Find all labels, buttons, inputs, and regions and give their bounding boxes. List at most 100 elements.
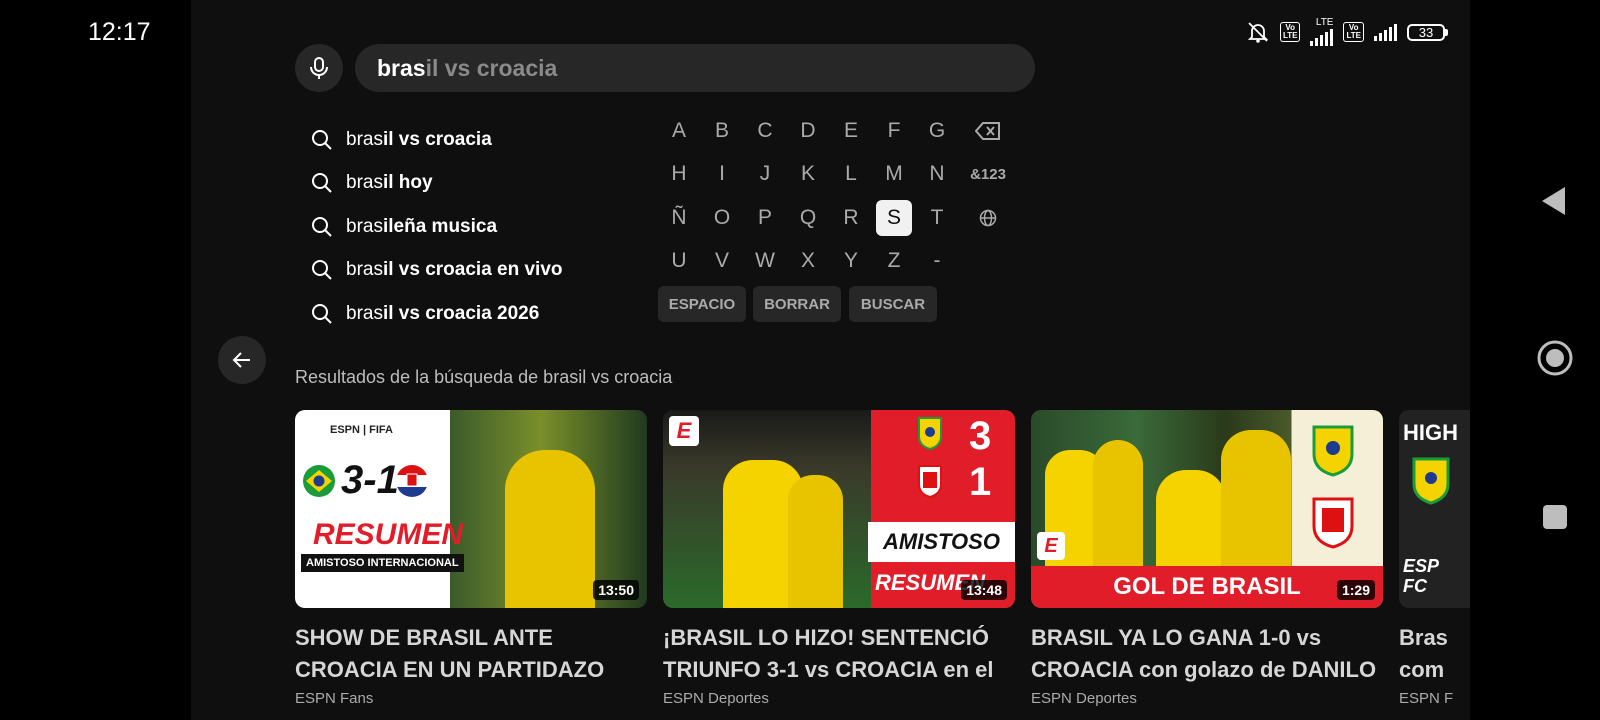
key[interactable]: E bbox=[833, 113, 869, 149]
thumb-banner: AMISTOSO bbox=[868, 522, 1015, 562]
video-title[interactable]: ¡BRASIL LO HIZO! SENTENCIÓ TRIUNFO 3-1 v… bbox=[663, 622, 1015, 686]
voice-search-button[interactable] bbox=[295, 44, 343, 92]
croatia-crest-icon bbox=[1312, 497, 1354, 549]
key[interactable]: O bbox=[704, 200, 740, 236]
search-button[interactable]: BUSCAR bbox=[849, 286, 937, 322]
nav-recents-button[interactable] bbox=[1542, 504, 1568, 535]
key[interactable]: Q bbox=[790, 200, 826, 236]
key[interactable]: W bbox=[747, 243, 783, 279]
backspace-key[interactable] bbox=[963, 113, 1013, 149]
search-suggestions: bras il vs croacia bras il hoy bras ileña m… bbox=[311, 118, 651, 336]
croatia-flag-icon bbox=[396, 465, 428, 497]
search-completion-text: il vs croacia bbox=[425, 54, 558, 81]
key[interactable]: I bbox=[704, 156, 740, 192]
battery-level: 33 bbox=[1407, 23, 1445, 41]
key[interactable]: V bbox=[704, 243, 740, 279]
video-duration: 13:50 bbox=[593, 580, 639, 600]
key[interactable]: Z bbox=[876, 243, 912, 279]
microphone-icon bbox=[310, 57, 328, 79]
key[interactable]: R bbox=[833, 200, 869, 236]
space-button[interactable]: ESPACIO bbox=[658, 286, 746, 322]
key[interactable]: N bbox=[919, 156, 955, 192]
video-card[interactable]: E 3 1 AMISTOSO RESUMEN 13:48 ¡BRASIL LO … bbox=[663, 410, 1015, 707]
search-icon bbox=[311, 128, 335, 152]
suggestion-prefix: bras bbox=[346, 215, 383, 237]
key[interactable]: F bbox=[876, 113, 912, 149]
thumb-top-text: HIGH bbox=[1403, 420, 1458, 445]
key-selected[interactable]: S bbox=[876, 200, 912, 236]
key[interactable]: G bbox=[919, 113, 955, 149]
espn-logo-icon: E bbox=[1037, 532, 1065, 560]
key[interactable]: J bbox=[747, 156, 783, 192]
nav-back-button[interactable] bbox=[1540, 186, 1568, 221]
thumb-bottom-text: ESP FC bbox=[1403, 556, 1439, 596]
player-figure bbox=[505, 450, 595, 608]
key[interactable]: L bbox=[833, 156, 869, 192]
search-typed-text: bras bbox=[377, 54, 426, 81]
video-duration: 13:48 bbox=[961, 580, 1007, 600]
status-bar-icons: Vo LTE LTE Vo LTE 33 bbox=[1246, 18, 1448, 46]
suggestion-suffix: il hoy bbox=[382, 172, 433, 194]
score-away: 1 bbox=[969, 460, 992, 504]
key[interactable]: K bbox=[790, 156, 826, 192]
croatia-crest-icon bbox=[918, 465, 942, 498]
video-title[interactable]: SHOW DE BRASIL ANTE CROACIA EN UN PARTID… bbox=[295, 622, 647, 686]
key[interactable]: Y bbox=[833, 243, 869, 279]
video-title[interactable]: Bras com bbox=[1399, 622, 1459, 686]
key[interactable]: - bbox=[919, 243, 955, 279]
lte-signal-icon: LTE bbox=[1310, 17, 1334, 46]
suggestion-item[interactable]: bras il vs croacia 2026 bbox=[311, 292, 651, 336]
suggestion-prefix: bras bbox=[346, 172, 383, 194]
suggestion-item[interactable]: bras il vs croacia en vivo bbox=[311, 249, 651, 293]
youtube-app: Vo LTE LTE Vo LTE 33 bras il vs croacia bra… bbox=[191, 0, 1470, 720]
language-key[interactable] bbox=[963, 200, 1013, 236]
thumb-score: 3-1 bbox=[341, 458, 399, 502]
video-card[interactable]: HIGH ESP FC Bras com ESPN F bbox=[1399, 410, 1470, 707]
square-recents-icon bbox=[1543, 505, 1567, 529]
channel-name[interactable]: ESPN F bbox=[1399, 690, 1470, 707]
player-figure bbox=[788, 475, 843, 608]
video-thumbnail[interactable]: E GOL DE BRASIL 1:29 bbox=[1031, 410, 1383, 608]
delete-button[interactable]: BORRAR bbox=[753, 286, 841, 322]
search-icon bbox=[311, 258, 335, 282]
video-card[interactable]: ESPN | FIFA 3-1 RESUMEN AMISTOSO INTERNA… bbox=[295, 410, 647, 707]
mute-notifications-icon bbox=[1246, 21, 1270, 43]
suggestion-item[interactable]: bras il hoy bbox=[311, 162, 651, 206]
key[interactable]: Ñ bbox=[661, 200, 697, 236]
search-input[interactable]: bras il vs croacia bbox=[355, 44, 1035, 92]
key[interactable]: C bbox=[747, 113, 783, 149]
player-figure bbox=[1156, 470, 1226, 570]
suggestion-prefix: bras bbox=[346, 259, 383, 281]
nav-home-button[interactable] bbox=[1537, 340, 1573, 381]
key[interactable]: D bbox=[790, 113, 826, 149]
channel-name[interactable]: ESPN Deportes bbox=[663, 690, 1015, 707]
backspace-icon bbox=[975, 122, 1000, 140]
key[interactable]: H bbox=[661, 156, 697, 192]
suggestion-item[interactable]: bras il vs croacia bbox=[311, 118, 651, 162]
lte-label: LTE bbox=[1315, 17, 1334, 28]
search-icon bbox=[311, 171, 335, 195]
channel-name[interactable]: ESPN Deportes bbox=[1031, 690, 1383, 707]
key[interactable]: U bbox=[661, 243, 697, 279]
score-home: 3 bbox=[969, 414, 992, 458]
suggestion-prefix: bras bbox=[346, 302, 383, 324]
player-figure bbox=[1093, 440, 1143, 570]
video-card[interactable]: E GOL DE BRASIL 1:29 BRASIL YA LO GANA 1… bbox=[1031, 410, 1383, 707]
key[interactable]: T bbox=[919, 200, 955, 236]
video-thumbnail[interactable]: E 3 1 AMISTOSO RESUMEN 13:48 bbox=[663, 410, 1015, 608]
back-button[interactable] bbox=[218, 336, 266, 384]
video-title[interactable]: BRASIL YA LO GANA 1-0 vs CROACIA con gol… bbox=[1031, 622, 1383, 686]
key[interactable]: M bbox=[876, 156, 912, 192]
suggestion-prefix: bras bbox=[346, 128, 383, 150]
channel-name[interactable]: ESPN Fans bbox=[295, 690, 647, 707]
key[interactable]: P bbox=[747, 200, 783, 236]
brazil-flag-icon bbox=[303, 465, 335, 497]
video-thumbnail[interactable]: ESPN | FIFA 3-1 RESUMEN AMISTOSO INTERNA… bbox=[295, 410, 647, 608]
video-thumbnail[interactable]: HIGH ESP FC bbox=[1399, 410, 1470, 608]
symbols-key[interactable]: &123 bbox=[963, 156, 1013, 192]
key[interactable]: X bbox=[790, 243, 826, 279]
suggestion-item[interactable]: bras ileña musica bbox=[311, 205, 651, 249]
key[interactable]: B bbox=[704, 113, 740, 149]
key[interactable]: A bbox=[661, 113, 697, 149]
brazil-crest-icon bbox=[918, 417, 942, 450]
